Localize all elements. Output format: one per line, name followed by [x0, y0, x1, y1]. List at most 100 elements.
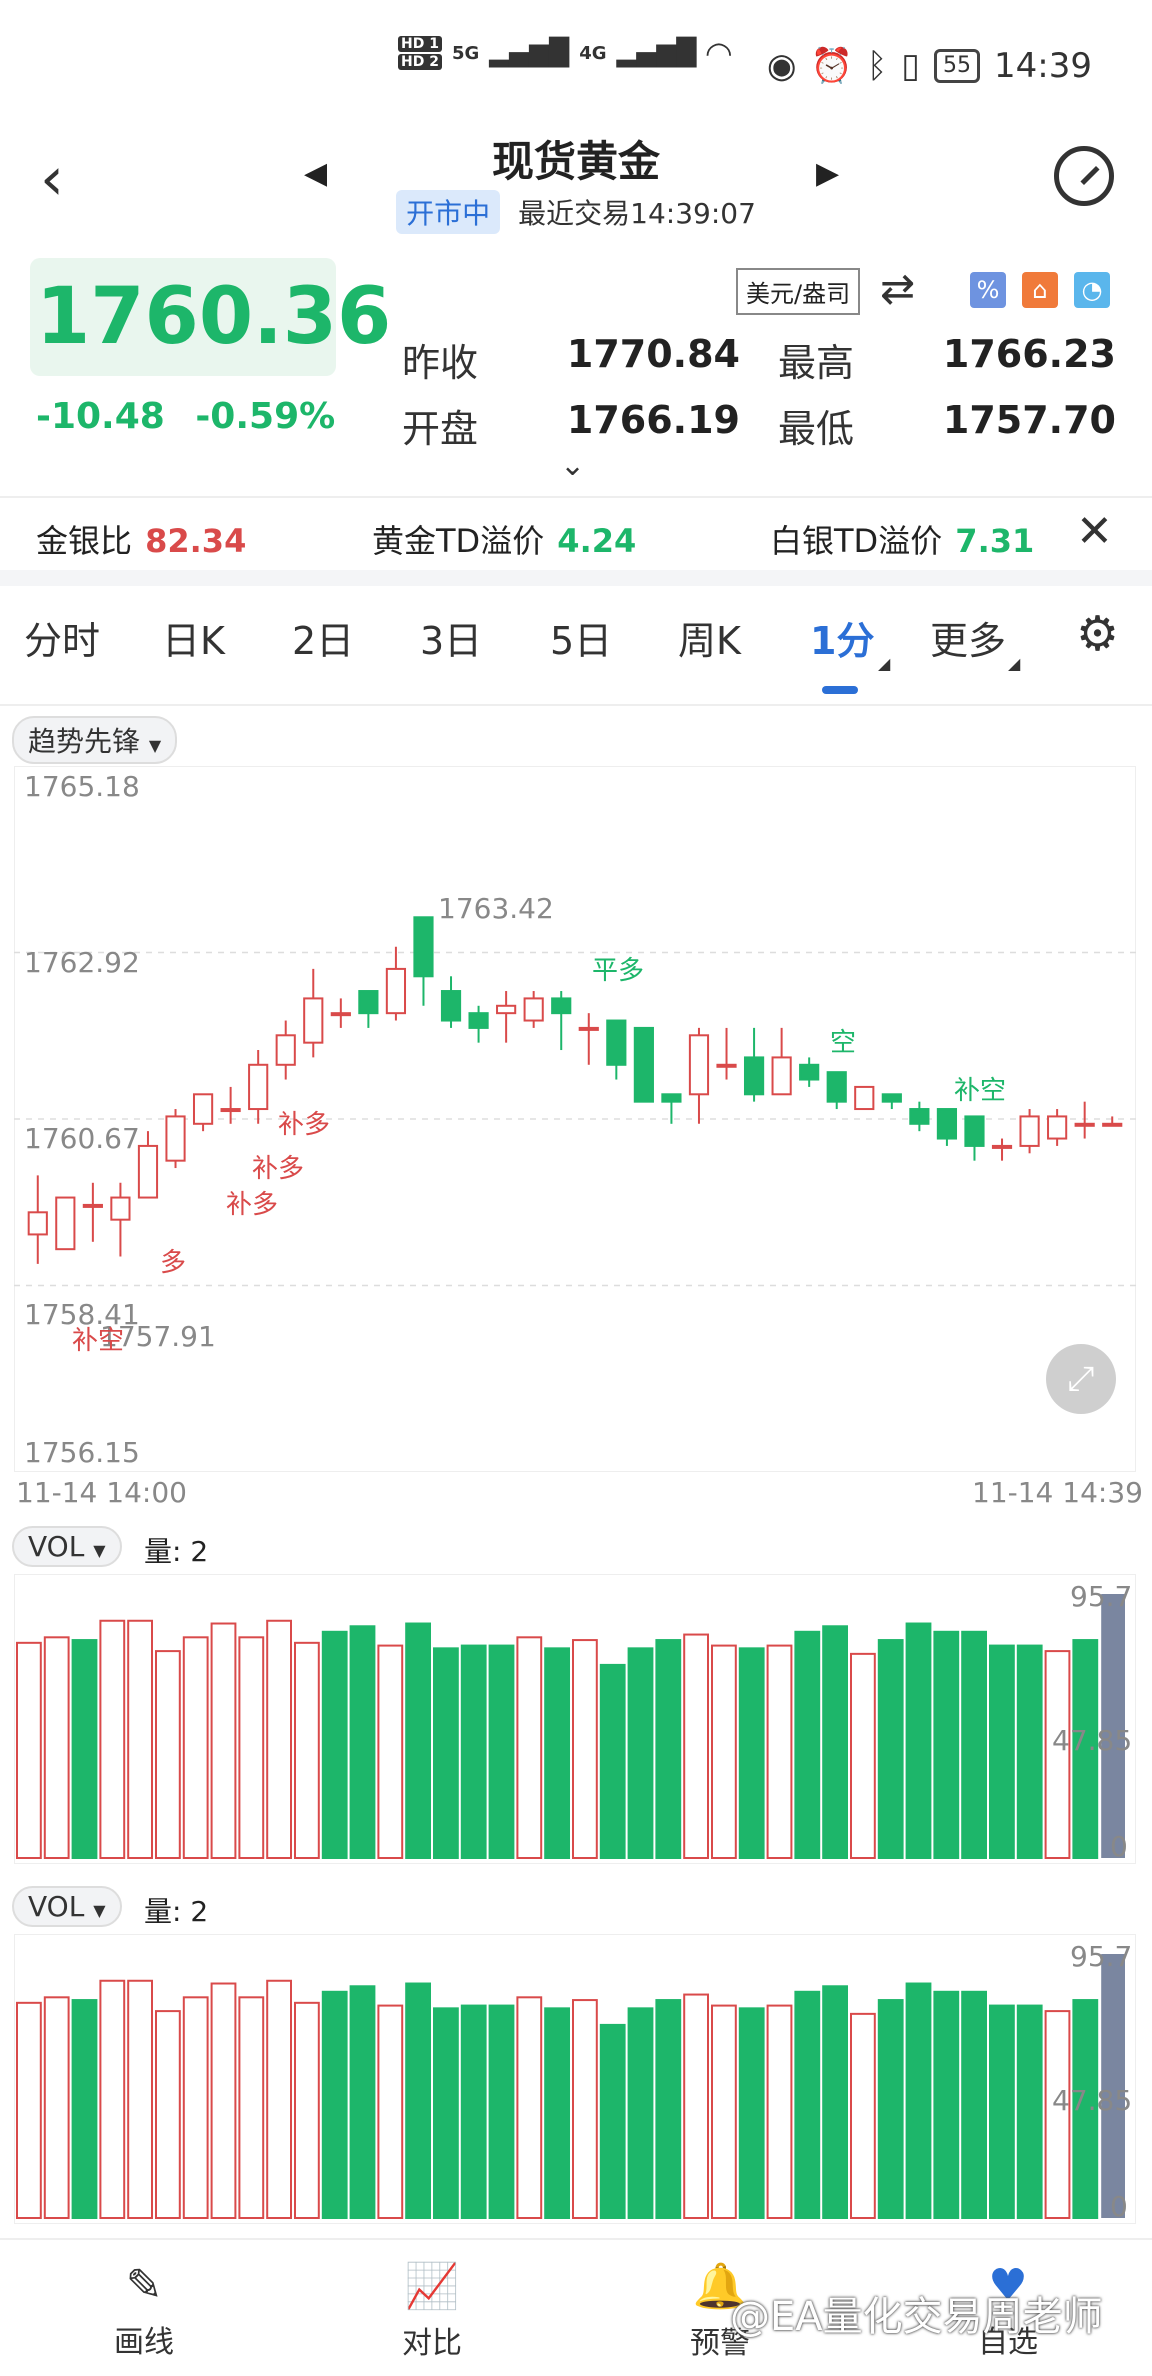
fullscreen-expand-button[interactable]: ⤢	[1046, 1344, 1116, 1414]
candle	[578, 1013, 599, 1065]
tab-intraday[interactable]: 分时	[24, 610, 100, 665]
y-axis-label-top: 1765.18	[24, 770, 140, 803]
ratio-bar: 金银比 82.34 黄金TD溢价 4.24 白银TD溢价 7.31 ✕	[0, 496, 1152, 576]
nav-draw-line[interactable]: ✎ 画线	[64, 2260, 224, 2361]
volume-bar	[460, 1644, 487, 1859]
volume-bar	[599, 2023, 626, 2220]
volume-chart-2[interactable]	[14, 1934, 1136, 2224]
volume-bar	[627, 2007, 654, 2219]
volume-bar	[766, 2004, 793, 2219]
candle	[440, 976, 462, 1028]
tab-2-day[interactable]: 2日	[292, 610, 354, 665]
tab-5-day[interactable]: 5日	[550, 610, 612, 665]
active-tab-indicator	[822, 686, 858, 694]
candle	[799, 1057, 820, 1087]
volume-bar	[16, 1641, 42, 1859]
signal-icon: ▂▄▆█	[616, 38, 697, 68]
tab-more-dropdown-icon: ◢	[1008, 654, 1021, 673]
signal-label: 补空	[72, 1326, 125, 1356]
candle	[771, 1027, 792, 1096]
volume-bar	[822, 1985, 849, 2219]
volume-bar	[127, 1619, 153, 1859]
swap-icon[interactable]: ⇄	[880, 264, 915, 313]
candle	[220, 1086, 241, 1124]
volume-bar	[599, 1663, 626, 1860]
silver-td-premium: 白银TD溢价 7.31	[770, 516, 1034, 562]
candle	[991, 1138, 1013, 1161]
candle	[606, 1019, 627, 1080]
vol-mid-label-1: 47.85	[1052, 1724, 1133, 1757]
candle	[165, 1109, 186, 1169]
candle	[936, 1108, 958, 1146]
silver-td-label: 白银TD溢价	[770, 522, 943, 560]
tab-1-min[interactable]: 1分	[810, 610, 874, 665]
signal-label: 补空	[954, 1076, 1007, 1106]
pie-chart-icon[interactable]: ◔	[1074, 272, 1110, 308]
tab-daily-k[interactable]: 日K	[162, 610, 225, 665]
candle	[854, 1085, 875, 1111]
volume-bar	[433, 2007, 459, 2219]
vol-indicator-selector-1[interactable]: VOL ▼	[12, 1526, 122, 1567]
volume-bar	[655, 1639, 682, 1859]
high-value: 1766.23	[942, 332, 1116, 376]
signal-label: 多	[160, 1248, 187, 1278]
volume-bar	[210, 1622, 237, 1859]
candle	[303, 968, 324, 1058]
candle	[1102, 1116, 1123, 1127]
volume-bar	[794, 1630, 821, 1859]
lighthouse-icon[interactable]: ⌂	[1022, 272, 1058, 308]
nav-compare[interactable]: 📈 对比	[352, 2260, 512, 2362]
percent-tool-icon[interactable]: %	[970, 272, 1006, 308]
volume-bar	[933, 1990, 960, 2219]
candle	[743, 1027, 765, 1102]
volume-bar	[794, 1990, 821, 2219]
volume-bar	[850, 2012, 876, 2219]
volume-bar	[1016, 2004, 1043, 2219]
volume-bar	[71, 1999, 98, 2219]
volume-bar	[238, 1636, 265, 1859]
candle	[964, 1115, 985, 1161]
vol-indicator-selector-2[interactable]: VOL ▼	[12, 1886, 122, 1927]
refresh-icon[interactable]	[1054, 146, 1114, 206]
y-axis-label-bottom: 1756.15	[24, 1436, 140, 1469]
volume-bar	[961, 1990, 988, 2219]
settings-gear-icon[interactable]: ⚙	[1076, 606, 1119, 662]
vol-amount-label-2: 量: 2	[144, 1895, 209, 1928]
status-right-group: ◉ ⏰ ᛒ ▯ 55 14:39	[767, 46, 1092, 86]
volume-bar	[711, 1644, 737, 1859]
watermark: @EA量化交易周老师	[730, 2294, 1103, 2340]
volume-chart-1[interactable]	[14, 1574, 1136, 1864]
tab-more[interactable]: 更多	[930, 610, 1006, 665]
candle	[137, 1131, 159, 1199]
sim1-hd-badge: HD 1	[398, 36, 442, 52]
candle	[248, 1050, 269, 1124]
volume-bar	[377, 1644, 404, 1859]
indicator-selector[interactable]: 趋势先锋 ▼	[12, 716, 178, 764]
low-label: 最低	[778, 407, 855, 451]
y-axis-label-mid1: 1762.92	[24, 946, 140, 979]
candle	[110, 1182, 131, 1257]
close-icon[interactable]: ✕	[1076, 506, 1113, 557]
currency-unit-selector[interactable]: 美元/盎司	[736, 268, 861, 315]
volume-bar	[516, 1636, 543, 1859]
vol-min-label-1: 0	[1110, 1830, 1128, 1863]
network-indicators: HD 1 HD 2 5G ▂▄▆█ 4G ▂▄▆█ ◠	[398, 34, 731, 72]
candle	[330, 998, 351, 1028]
4g-label: 4G	[579, 42, 607, 64]
tab-weekly-k[interactable]: 周K	[678, 610, 741, 665]
volume-bar	[877, 1999, 904, 2219]
candle	[551, 991, 572, 1051]
expand-chevron-icon[interactable]: ⌄	[560, 448, 585, 483]
volume-bar	[738, 2007, 765, 2219]
candle	[523, 991, 544, 1028]
volume-bar	[877, 1639, 904, 1859]
volume-bar	[43, 1636, 70, 1859]
volume-bar	[182, 1636, 209, 1859]
vol-min-label-2: 0	[1110, 2190, 1128, 2223]
candle	[1074, 1101, 1095, 1139]
tab-3-day[interactable]: 3日	[420, 610, 482, 665]
volume-bar	[405, 1982, 432, 2219]
candlestick-chart[interactable]	[14, 766, 1136, 1472]
vol-mid-label-2: 47.85	[1052, 2084, 1133, 2117]
change-percent: -0.59%	[195, 396, 336, 437]
